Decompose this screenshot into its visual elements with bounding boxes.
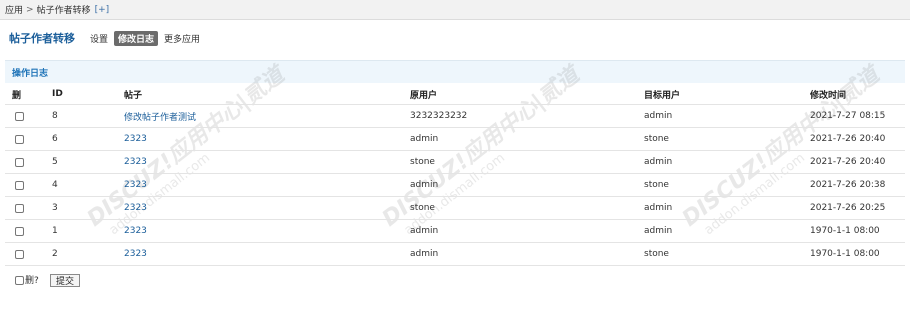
row-thread-link[interactable]: 2323	[124, 177, 147, 193]
submit-button[interactable]: 提交	[50, 274, 81, 287]
row-id: 8	[52, 111, 58, 121]
row-to-user: stone	[644, 180, 669, 190]
row-from-user: admin	[410, 226, 439, 236]
row-id: 6	[52, 134, 58, 144]
row-delete-checkbox[interactable]	[15, 204, 24, 213]
section-title: 操作日志	[12, 68, 49, 79]
row-to-user: admin	[644, 203, 673, 213]
select-all-label: 删?	[25, 276, 39, 286]
row-to-user: stone	[644, 249, 669, 259]
row-from-user: admin	[410, 249, 439, 259]
page-header: 帖子作者转移 设置 修改日志 更多应用	[9, 30, 206, 46]
breadcrumb-separator: >	[26, 4, 34, 15]
row-time: 2021-7-26 20:40	[810, 134, 886, 144]
row-to-user: admin	[644, 111, 673, 121]
row-to-user: admin	[644, 157, 673, 167]
row-delete-checkbox[interactable]	[15, 158, 24, 167]
row-delete-checkbox[interactable]	[15, 112, 24, 121]
row-from-user: admin	[410, 134, 439, 144]
row-divider	[5, 150, 905, 151]
row-time: 1970-1-1 08:00	[810, 249, 880, 259]
breadcrumb-current: 帖子作者转移	[36, 6, 91, 16]
page-title: 帖子作者转移	[9, 32, 75, 45]
row-divider	[5, 219, 905, 220]
row-divider	[5, 173, 905, 174]
row-divider	[5, 104, 905, 105]
row-time: 2021-7-26 20:40	[810, 157, 886, 167]
tab-settings[interactable]: 设置	[90, 32, 108, 45]
row-from-user: stone	[410, 157, 435, 167]
row-delete-checkbox[interactable]	[15, 250, 24, 259]
row-from-user: 3232323232	[410, 111, 468, 121]
column-header-time: 修改时间	[810, 90, 847, 101]
row-divider	[5, 196, 905, 197]
row-id: 4	[52, 180, 58, 190]
column-header-thread: 帖子	[124, 90, 143, 101]
row-from-user: stone	[410, 203, 435, 213]
row-delete-checkbox[interactable]	[15, 227, 24, 236]
row-id: 1	[52, 226, 58, 236]
row-id: 3	[52, 203, 58, 213]
row-time: 2021-7-26 20:38	[810, 180, 886, 190]
row-time: 1970-1-1 08:00	[810, 226, 880, 236]
row-thread-link[interactable]: 2323	[124, 154, 147, 170]
watermark: DISCUZ!应用中心|贰道 addon.dismall.com	[82, 62, 298, 243]
row-divider	[5, 265, 905, 266]
row-thread-link[interactable]: 2323	[124, 246, 147, 262]
breadcrumb: 应用 > 帖子作者转移 [+]	[0, 0, 910, 20]
tab-modify-log[interactable]: 修改日志	[114, 30, 159, 46]
column-header-to-user: 目标用户	[644, 90, 681, 101]
row-from-user: admin	[410, 180, 439, 190]
row-time: 2021-7-27 08:15	[810, 111, 886, 121]
row-delete-checkbox[interactable]	[15, 135, 24, 144]
row-time: 2021-7-26 20:25	[810, 203, 886, 213]
row-thread-link[interactable]: 修改帖子作者测试	[124, 108, 196, 124]
row-to-user: stone	[644, 134, 669, 144]
watermark-text: DISCUZ!应用中心|贰道	[377, 62, 585, 232]
watermark-text: DISCUZ!应用中心|贰道	[82, 62, 290, 232]
section-header: 操作日志	[5, 60, 905, 83]
row-divider	[5, 242, 905, 243]
breadcrumb-root[interactable]: 应用	[5, 3, 23, 16]
add-shortcut-link[interactable]: [+]	[95, 5, 110, 15]
row-id: 5	[52, 157, 58, 167]
column-header-from-user: 原用户	[410, 90, 438, 101]
row-id: 2	[52, 249, 58, 259]
row-delete-checkbox[interactable]	[15, 181, 24, 190]
select-all-checkbox[interactable]	[15, 276, 24, 285]
column-header-id: ID	[52, 89, 63, 99]
tab-more-apps[interactable]: 更多应用	[164, 32, 200, 45]
column-header-delete: 删	[12, 90, 22, 101]
row-divider	[5, 127, 905, 128]
row-thread-link[interactable]: 2323	[124, 223, 147, 239]
row-thread-link[interactable]: 2323	[124, 131, 147, 147]
row-thread-link[interactable]: 2323	[124, 200, 147, 216]
row-to-user: admin	[644, 226, 673, 236]
